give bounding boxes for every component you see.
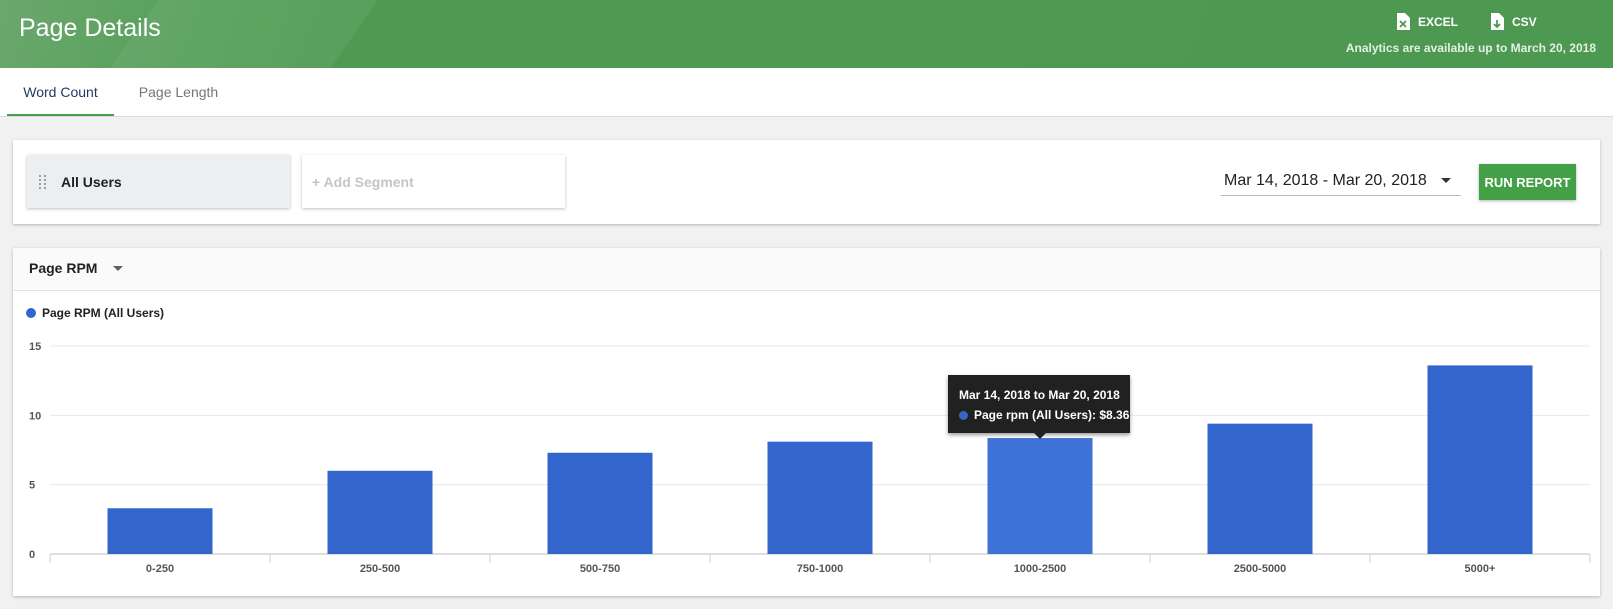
tooltip-arrow	[1034, 433, 1046, 439]
chart-tooltip: Mar 14, 2018 to Mar 20, 2018 Page rpm (A…	[948, 375, 1130, 439]
y-tick-label: 5	[29, 480, 35, 492]
x-tick-label: 500-750	[580, 563, 620, 575]
tooltip-line: Page rpm (All Users): $8.36	[959, 408, 1129, 422]
x-tick-label: 1000-2500	[1014, 563, 1067, 575]
tooltip-swatch	[959, 410, 968, 420]
y-tick-label: 10	[29, 410, 41, 422]
bar-2500-5000[interactable]	[1207, 423, 1313, 554]
y-tick-label: 15	[29, 341, 41, 353]
y-tick-label: 0	[29, 549, 35, 561]
x-tick-label: 5000+	[1465, 563, 1496, 575]
x-tick-label: 750-1000	[797, 563, 844, 575]
bar-1000-2500[interactable]	[987, 438, 1093, 554]
tooltip-title: Mar 14, 2018 to Mar 20, 2018	[959, 388, 1120, 402]
bar-chart: 0 5 10 15 0-250 250-500 500-750 750-1000 1000-25…	[29, 341, 1591, 575]
x-tick-label: 250-500	[360, 563, 400, 575]
bar-500-750[interactable]	[547, 452, 653, 554]
bar-0-250[interactable]	[107, 508, 213, 554]
bar-250-500[interactable]	[327, 470, 433, 554]
x-tick-label: 2500-5000	[1234, 563, 1287, 575]
bar-5000+[interactable]	[1427, 365, 1533, 554]
bar-750-1000[interactable]	[767, 441, 873, 554]
tooltip-value: Page rpm (All Users): $8.36	[974, 408, 1130, 422]
x-tick-label: 0-250	[146, 563, 174, 575]
